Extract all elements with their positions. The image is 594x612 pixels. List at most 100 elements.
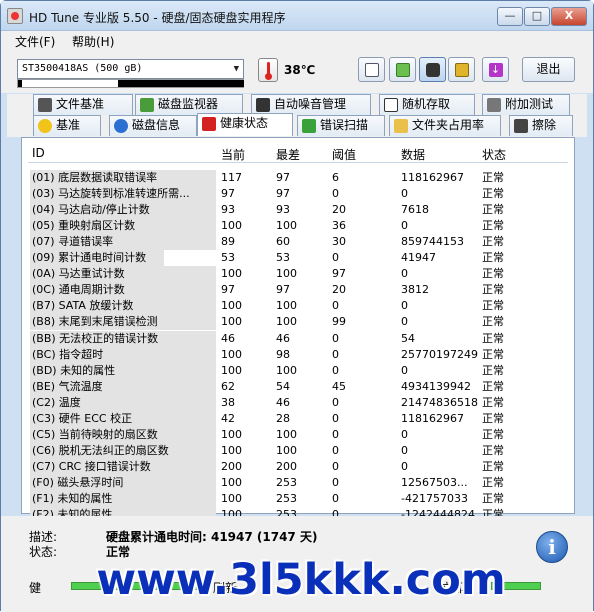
tab-random-access[interactable]: 随机存取 bbox=[379, 94, 475, 115]
table-row[interactable]: (C5) 当前待映射的扇区数 100 100 0 0 正常 bbox=[28, 426, 568, 443]
download-arrow-icon: ↓ bbox=[488, 62, 503, 77]
table-row[interactable]: (0C) 通电周期计数 97 97 20 3812 正常 bbox=[28, 282, 568, 299]
tab-label: 文件夹占用率 bbox=[412, 118, 485, 132]
header-worst[interactable]: 最差 bbox=[276, 146, 300, 163]
current-cell: 100 bbox=[221, 267, 242, 281]
worst-cell: 46 bbox=[276, 331, 290, 345]
current-cell: 100 bbox=[221, 363, 242, 377]
threshold-cell: 0 bbox=[332, 251, 339, 265]
current-cell: 89 bbox=[221, 235, 235, 249]
menu-help[interactable]: 帮助(H) bbox=[72, 33, 114, 50]
capacity-segment bbox=[18, 80, 22, 87]
worst-cell: 98 bbox=[276, 347, 290, 361]
toolbar: ST3500418AS (500 gB) ▼ 38℃ ↓ 退出 bbox=[1, 51, 593, 93]
tab-aam[interactable]: 自动噪音管理 bbox=[251, 94, 371, 115]
worst-cell: 28 bbox=[276, 411, 290, 425]
worst-cell: 100 bbox=[276, 315, 297, 329]
table-row[interactable]: (C3) 硬件 ECC 校正 42 28 0 118162967 正常 bbox=[28, 410, 568, 427]
attribute-name-cell: (03) 马达旋转到标准转速所需... bbox=[30, 186, 216, 203]
dropdown-arrow-icon: ▼ bbox=[233, 64, 239, 74]
current-cell: 38 bbox=[221, 395, 235, 409]
threshold-cell: 0 bbox=[332, 411, 339, 425]
options-button[interactable] bbox=[448, 57, 475, 82]
tab-folder-usage[interactable]: 文件夹占用率 bbox=[389, 115, 501, 136]
tab-label: 磁盘信息 bbox=[132, 118, 181, 132]
tab-benchmark[interactable]: 基准 bbox=[33, 115, 101, 136]
current-cell: 117 bbox=[221, 171, 242, 184]
worst-cell: 97 bbox=[276, 187, 290, 201]
table-row[interactable]: (05) 重映射扇区计数 100 100 36 0 正常 bbox=[28, 218, 568, 235]
menu-file[interactable]: 文件(F) bbox=[15, 33, 55, 50]
download-button[interactable]: ↓ bbox=[482, 57, 509, 82]
current-cell: 100 bbox=[221, 219, 242, 233]
header-current[interactable]: 当前 bbox=[221, 146, 245, 163]
header-threshold[interactable]: 阈值 bbox=[332, 146, 356, 163]
table-row[interactable]: (C6) 脱机无法纠正的扇区数 100 100 0 0 正常 bbox=[28, 442, 568, 459]
window-title: HD Tune 专业版 5.50 - 硬盘/固态硬盘实用程序 bbox=[29, 11, 286, 25]
tab-extra-tests[interactable]: 附加测试 bbox=[482, 94, 570, 115]
table-row[interactable]: (01) 底层数据读取错误率 117 97 6 118162967 正常 bbox=[28, 170, 568, 186]
table-row[interactable]: (BC) 指令超时 100 98 0 25770197249 正常 bbox=[28, 346, 568, 363]
status-cell: 正常 bbox=[482, 411, 504, 425]
current-cell: 100 bbox=[221, 315, 242, 329]
app-window: HD Tune 专业版 5.50 - 硬盘/固态硬盘实用程序 — □ X 文件(… bbox=[0, 0, 594, 612]
health-panel: ID 当前 最差 阈值 数据 状态 (01) 底层数据读取错误率 117 97 6 11… bbox=[21, 137, 575, 524]
data-cell: 0 bbox=[401, 315, 408, 329]
table-row[interactable]: (03) 马达旋转到标准转速所需... 97 97 0 0 正常 bbox=[28, 186, 568, 203]
folder-icon bbox=[394, 119, 408, 133]
copy-info-button[interactable] bbox=[389, 57, 416, 82]
table-row[interactable]: (BB) 无法校正的错误计数 46 46 0 54 正常 bbox=[28, 330, 568, 347]
tab-error-scan[interactable]: 错误扫描 bbox=[297, 115, 385, 136]
status-cell: 正常 bbox=[482, 219, 504, 233]
attribute-name-cell: (0C) 通电周期计数 bbox=[30, 282, 216, 299]
table-row[interactable]: (B7) SATA 放缓计数 100 100 0 0 正常 bbox=[28, 298, 568, 315]
exit-button[interactable]: 退出 bbox=[522, 57, 575, 82]
threshold-cell: 0 bbox=[332, 187, 339, 201]
attribute-name-cell: (BC) 指令超时 bbox=[30, 346, 216, 363]
data-cell: 859744153 bbox=[401, 235, 464, 249]
tab-label: 磁盘监视器 bbox=[158, 97, 219, 111]
thermometer-icon bbox=[258, 58, 278, 82]
table-row[interactable]: (0A) 马达重试计数 100 100 97 0 正常 bbox=[28, 266, 568, 283]
copy-text-button[interactable] bbox=[358, 57, 385, 82]
tab-file-benchmark[interactable]: 文件基准 bbox=[33, 94, 133, 115]
close-button[interactable]: X bbox=[551, 7, 587, 26]
minimize-button[interactable]: — bbox=[497, 7, 523, 26]
threshold-cell: 0 bbox=[332, 363, 339, 377]
threshold-cell: 45 bbox=[332, 379, 346, 393]
header-data[interactable]: 数据 bbox=[401, 146, 425, 163]
table-row[interactable]: (BE) 气流温度 62 54 45 4934139942 正常 bbox=[28, 378, 568, 395]
info-small-icon bbox=[114, 119, 128, 133]
table-row[interactable]: (C2) 温度 38 46 0 21474836518 正常 bbox=[28, 394, 568, 411]
table-row[interactable]: (07) 寻道错误率 89 60 30 859744153 正常 bbox=[28, 234, 568, 251]
trash-icon bbox=[514, 119, 528, 133]
tab-disk-info[interactable]: 磁盘信息 bbox=[109, 115, 197, 136]
table-row[interactable]: (09) 累计通电时间计数 53 53 0 41947 正常 bbox=[28, 250, 568, 267]
header-id[interactable]: ID bbox=[32, 146, 45, 160]
tab-erase[interactable]: 擦除 bbox=[509, 115, 573, 136]
table-row[interactable]: (B8) 末尾到末尾错误检测 100 100 99 0 正常 bbox=[28, 314, 568, 331]
extra-tests-icon bbox=[487, 98, 501, 112]
description-value: 硬盘累计通电时间: 41947 (1747 天) bbox=[106, 530, 318, 544]
attribute-name-cell: (F0) 磁头悬浮时间 bbox=[30, 474, 216, 491]
current-cell: 200 bbox=[221, 459, 242, 473]
tab-disk-monitor[interactable]: 磁盘监视器 bbox=[135, 94, 243, 115]
worst-cell: 100 bbox=[276, 427, 297, 441]
data-cell: 0 bbox=[401, 443, 408, 457]
tab-health[interactable]: 健康状态 bbox=[197, 113, 293, 136]
selection-gap bbox=[164, 250, 216, 267]
table-row[interactable]: (C7) CRC 接口错误计数 200 200 0 0 正常 bbox=[28, 458, 568, 475]
maximize-button[interactable]: □ bbox=[524, 7, 550, 26]
drive-select[interactable]: ST3500418AS (500 gB) ▼ bbox=[17, 59, 244, 79]
table-row[interactable]: (04) 马达启动/停止计数 93 93 20 7618 正常 bbox=[28, 202, 568, 219]
disk-monitor-icon bbox=[140, 98, 154, 112]
attribute-name-cell: (C6) 脱机无法纠正的扇区数 bbox=[30, 442, 216, 459]
worst-cell: 100 bbox=[276, 219, 297, 233]
table-row[interactable]: (F1) 未知的属性 100 253 0 -421757033 正常 bbox=[28, 491, 568, 507]
table-row[interactable]: (BD) 未知的属性 100 100 0 0 正常 bbox=[28, 362, 568, 379]
data-cell: 54 bbox=[401, 331, 415, 345]
header-status[interactable]: 状态 bbox=[482, 146, 506, 163]
current-cell: 97 bbox=[221, 187, 235, 201]
screenshot-button[interactable] bbox=[419, 57, 446, 82]
table-row[interactable]: (F0) 磁头悬浮时间 100 253 0 12567503... 正常 bbox=[28, 474, 568, 491]
